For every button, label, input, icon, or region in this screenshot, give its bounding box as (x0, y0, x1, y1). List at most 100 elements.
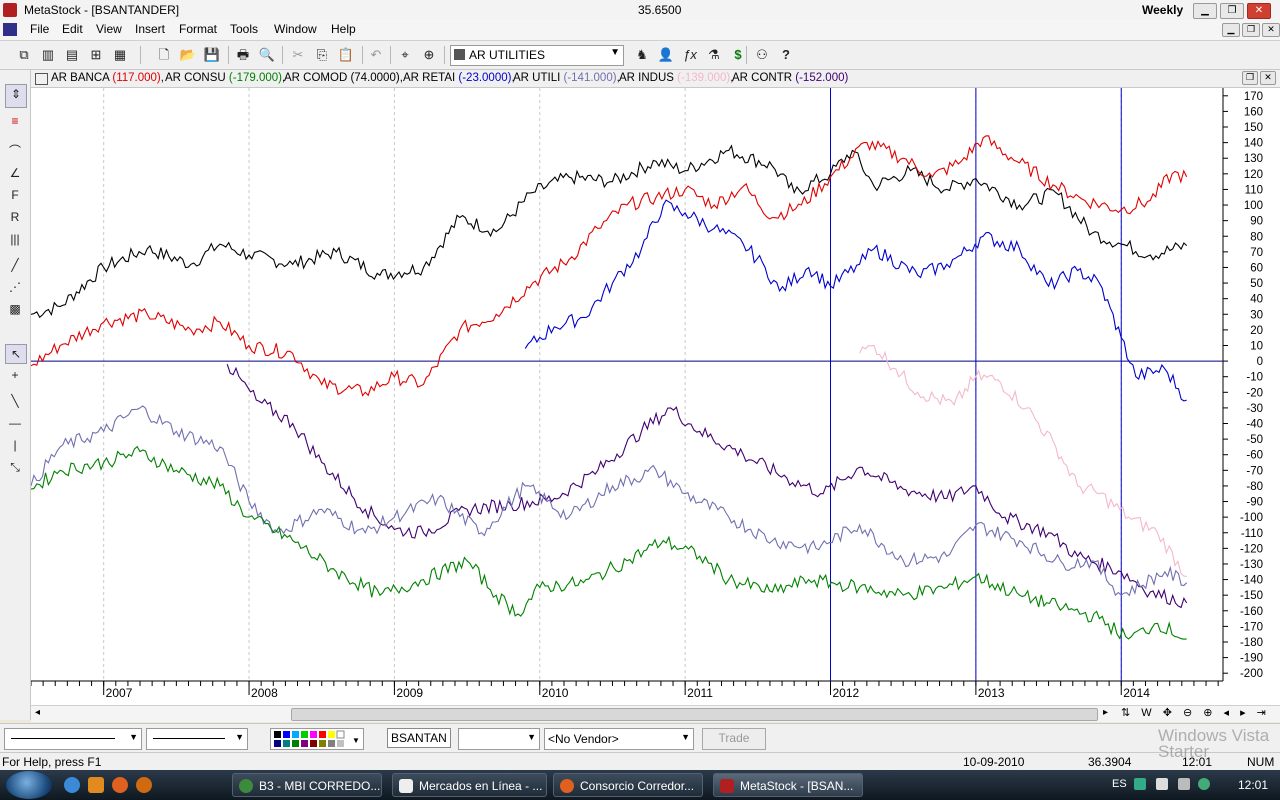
chevron-down-icon[interactable]: ▼ (527, 732, 536, 742)
quicklaunch-icon[interactable] (136, 777, 152, 793)
nav-icons[interactable]: ⇅ W ✥ ⊖ ⊕ ◂ ▸ ⇥ (1121, 706, 1270, 719)
chart-plot[interactable]: 1701601501401301201101009080706050403020… (31, 70, 1280, 705)
pointer-icon[interactable]: ↖ (5, 344, 27, 364)
restore-icon[interactable]: ❐ (1220, 3, 1244, 19)
toolbar: ⧉ ▥ ▤ ⊞ ▦ 🗋 📂 💾 🖶 🔍 ✂ ⎘ 📋 ↶ ⌖ ⊕ AR UTILI… (0, 41, 1280, 70)
chevron-down-icon[interactable]: ▼ (235, 732, 244, 742)
menu-view[interactable]: View (93, 22, 125, 36)
copy-icon[interactable]: ⎘ (312, 45, 332, 65)
menu-tools[interactable]: Tools (227, 22, 261, 36)
internet-explorer-icon[interactable] (64, 777, 80, 793)
menu-edit[interactable]: Edit (59, 22, 86, 36)
expert-advisor-icon[interactable]: ♞ (632, 45, 652, 65)
tile-grid-icon[interactable]: ⊞ (86, 45, 106, 65)
tile-horizontal-icon[interactable]: ▤ (62, 45, 82, 65)
symbol-field[interactable] (387, 728, 451, 748)
color-palette[interactable]: ▼ (270, 728, 364, 750)
explorer-icon[interactable]: 👤 (656, 45, 676, 65)
taskbar-item[interactable]: B3 - MBI CORREDO... (232, 773, 382, 797)
lines-color-icon[interactable]: ≡ (5, 112, 25, 130)
chart-restore-icon[interactable]: ❐ (1242, 71, 1258, 85)
horizontal-scrollbar[interactable]: ◂ ▸ ⇅ W ✥ ⊖ ⊕ ◂ ▸ ⇥ (31, 705, 1280, 722)
taskbar: B3 - MBI CORREDO... Mercados en Línea - … (0, 727, 1280, 800)
language-indicator[interactable]: ES (1112, 778, 1127, 790)
binoculars-icon[interactable]: ⚇ (752, 45, 772, 65)
chart-window: 170 160 150 140 130 120 110 100 90 80 70 60 50 40 30 20… (31, 70, 1280, 720)
tray-icon[interactable] (1134, 778, 1146, 790)
doc-close-icon[interactable]: ✕ (1262, 23, 1280, 37)
dollar-icon[interactable]: $ (728, 45, 748, 65)
color-swatches[interactable]: ▼ (271, 729, 363, 749)
open-icon[interactable]: 📂 (178, 45, 198, 65)
tray-app-icon[interactable] (1198, 778, 1210, 790)
print-icon[interactable]: 🖶 (233, 45, 253, 65)
x-tick-label: 2010 (542, 686, 569, 700)
taskbar-clock[interactable]: 12:01 (1238, 778, 1268, 792)
separator (140, 46, 141, 64)
scroll-right-icon[interactable]: ▸ (1103, 707, 1108, 718)
y-tick-label: -160 (1240, 606, 1263, 618)
paste-icon[interactable]: 📋 (336, 45, 356, 65)
chart-close-icon[interactable]: ✕ (1260, 71, 1276, 85)
taskbar-item-active[interactable]: MetaStock - [BSAN... (713, 773, 863, 797)
network-icon[interactable] (1156, 778, 1168, 790)
tile-vertical-icon[interactable]: ▥ (38, 45, 58, 65)
start-button[interactable] (6, 771, 52, 799)
menu-insert[interactable]: Insert (132, 22, 168, 36)
cut-icon[interactable]: ✂ (288, 45, 308, 65)
line-style-select[interactable]: ▼ (4, 728, 142, 750)
system-tester-icon[interactable]: ⚗ (704, 45, 724, 65)
symbol-list-select[interactable]: ▼ (458, 728, 540, 750)
fan-lines-icon[interactable]: ∠ (5, 164, 25, 182)
print-preview-icon[interactable]: 🔍 (257, 45, 277, 65)
menu-file[interactable]: File (27, 22, 52, 36)
close-icon[interactable]: ✕ (1247, 3, 1271, 19)
save-icon[interactable]: 💾 (202, 45, 222, 65)
formula-icon[interactable]: ƒx (680, 45, 700, 65)
vertical-line-icon[interactable]: | (5, 436, 25, 454)
crosshair-tool-icon[interactable]: + (5, 366, 25, 384)
speed-lines-icon[interactable]: ⋰ (5, 278, 25, 296)
firefox-icon[interactable] (112, 777, 128, 793)
metastock-icon (720, 779, 734, 793)
trendline-icon[interactable]: ╱ (5, 256, 25, 274)
scroll-left-icon[interactable]: ◂ (35, 707, 40, 718)
security-combo[interactable]: AR UTILITIES ▼ (450, 45, 624, 66)
menu-help[interactable]: Help (328, 22, 359, 36)
separator (444, 46, 445, 64)
zoom-icon[interactable]: ⊕ (419, 45, 439, 65)
line-style-sample (11, 738, 115, 739)
fibonacci-icon[interactable]: F (5, 186, 25, 204)
undo-icon[interactable]: ↶ (366, 45, 386, 65)
taskbar-item[interactable]: Mercados en Línea - ... (392, 773, 547, 797)
retracement-icon[interactable]: R (5, 208, 25, 226)
scroll-thumb[interactable] (291, 708, 1098, 721)
volume-icon[interactable] (1178, 778, 1190, 790)
vendor-select[interactable]: <No Vendor> ▼ (544, 728, 694, 750)
minimize-icon[interactable]: ▁ (1193, 3, 1217, 19)
arcs-icon[interactable]: ⌒ (5, 142, 25, 160)
line-tool-icon[interactable]: ╲ (5, 392, 25, 410)
taskbar-item[interactable]: Consorcio Corredor... (553, 773, 703, 797)
chevron-down-icon[interactable]: ▼ (610, 47, 620, 58)
trade-button[interactable]: Trade (702, 728, 766, 750)
chevron-down-icon[interactable]: ▼ (129, 732, 138, 742)
context-help-icon[interactable]: ? (776, 45, 796, 65)
doc-restore-icon[interactable]: ❐ (1242, 23, 1260, 37)
new-icon[interactable]: 🗋 (154, 45, 174, 65)
media-player-icon[interactable] (88, 777, 104, 793)
gann-grid-icon[interactable]: ▩ (5, 300, 25, 318)
chart-layout-icon[interactable]: ▦ (110, 45, 130, 65)
separator (228, 46, 229, 64)
scroll-arrows-icon[interactable]: ⇕ (5, 84, 27, 108)
chevron-down-icon[interactable]: ▼ (681, 732, 690, 742)
cycle-lines-icon[interactable]: ||| (5, 230, 25, 248)
menu-format[interactable]: Format (176, 22, 220, 36)
horizontal-line-icon[interactable]: — (5, 414, 25, 432)
doc-minimize-icon[interactable]: ▁ (1222, 23, 1240, 37)
window-layout-icon[interactable]: ⧉ (14, 45, 34, 65)
line-weight-select[interactable]: ▼ (146, 728, 248, 750)
menu-window[interactable]: Window (271, 22, 320, 36)
text-tool-icon[interactable]: ⤡ (5, 458, 25, 476)
crosshair-icon[interactable]: ⌖ (395, 45, 415, 65)
